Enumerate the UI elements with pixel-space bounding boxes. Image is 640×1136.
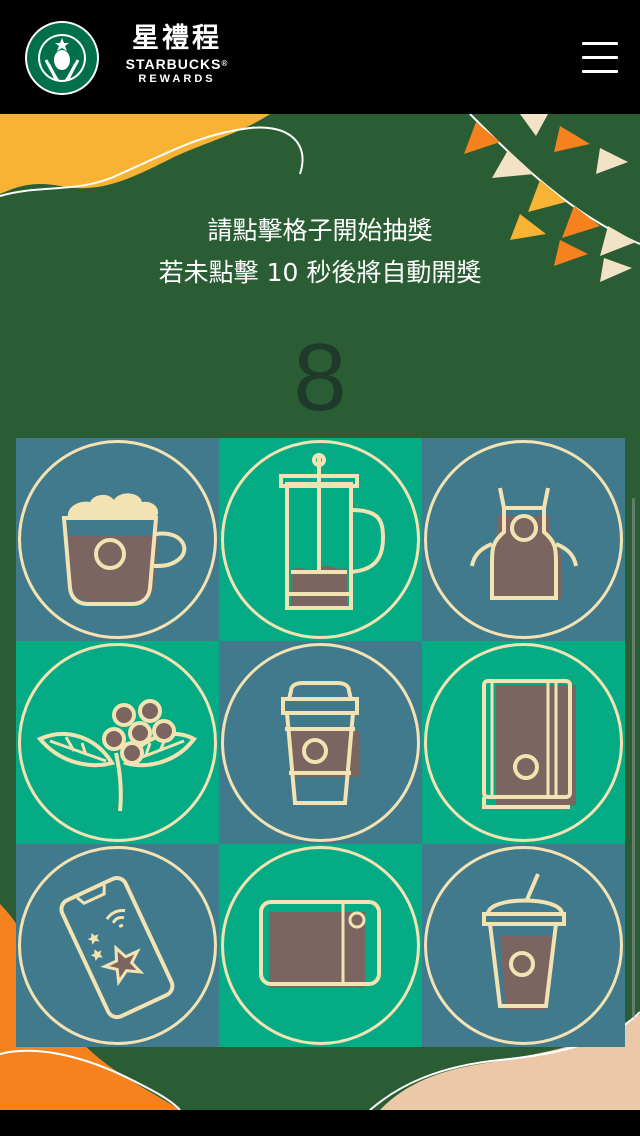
grid-cell-5[interactable] (219, 641, 422, 844)
hamburger-menu-icon[interactable] (582, 42, 618, 74)
lottery-stage: 請點擊格子開始抽獎 若未點擊 10 秒後將自動開獎 8 (0, 114, 640, 1110)
countdown-number: 8 (293, 324, 347, 431)
latte-cup-icon (18, 440, 217, 639)
notebook-icon (424, 643, 623, 842)
brand-wordmark: 星禮程 STARBUCKS® REWARDS (112, 22, 242, 86)
apron-icon (424, 440, 623, 639)
brand-name-zh: 星禮程 (132, 23, 222, 54)
grid-cell-3[interactable] (422, 438, 625, 641)
grid-cell-6[interactable] (422, 641, 625, 844)
brand-rewards: REWARDS (138, 73, 216, 85)
french-press-icon (221, 440, 420, 639)
instruction-line-1: 請點擊格子開始抽獎 (207, 216, 433, 245)
grid-cell-7[interactable] (16, 844, 219, 1047)
to-go-cup-icon (221, 643, 420, 842)
coffee-cherry-branch-icon (18, 643, 217, 842)
grid-cell-1[interactable] (16, 438, 219, 641)
grid-cell-8[interactable] (219, 844, 422, 1047)
grid-cell-4[interactable] (16, 641, 219, 844)
frappuccino-cup-icon (424, 846, 623, 1045)
bottom-bar (0, 1110, 640, 1136)
grid-cell-9[interactable] (422, 844, 625, 1047)
scrollbar[interactable] (632, 498, 635, 1018)
brand-name-en: STARBUCKS® (125, 56, 229, 72)
instruction-line-2: 若未點擊 10 秒後將自動開獎 (158, 258, 482, 287)
grid-cell-2[interactable] (219, 438, 422, 641)
mobile-phone-star-icon (18, 846, 217, 1045)
app-header: 星禮程 STARBUCKS® REWARDS (0, 0, 640, 114)
starbucks-logo-icon[interactable] (24, 20, 100, 96)
prize-grid (16, 438, 625, 1047)
gift-card-icon (221, 846, 420, 1045)
